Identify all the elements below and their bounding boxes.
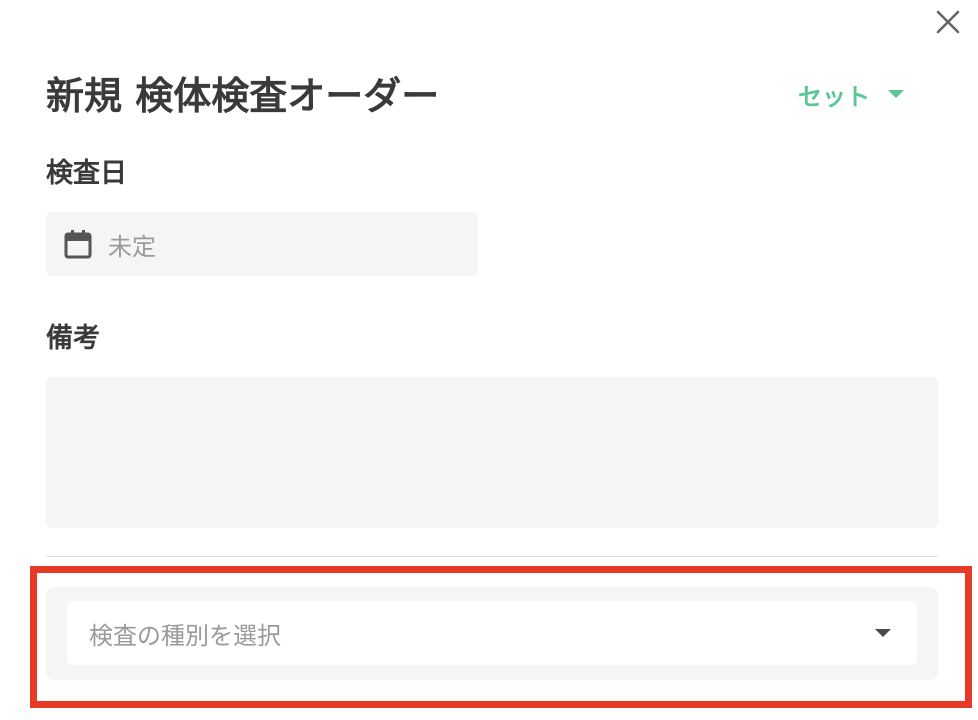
note-textarea[interactable] [46, 377, 938, 528]
dialog-title: 新規 検体検査オーダー [46, 74, 440, 118]
new-specimen-test-order-dialog: 新規 検体検査オーダー セット 検査日 未定 備考 検査の種別を選択 [0, 0, 978, 720]
caret-down-icon [888, 90, 904, 98]
close-button[interactable] [930, 4, 966, 40]
close-icon [936, 10, 960, 34]
section-divider [46, 556, 938, 557]
test-date-value: 未定 [108, 232, 156, 261]
calendar-icon [64, 230, 92, 259]
test-date-field[interactable]: 未定 [46, 212, 478, 276]
test-date-label: 検査日 [46, 158, 127, 189]
highlight-box [30, 566, 972, 708]
set-dropdown-button[interactable]: セット [798, 78, 904, 111]
set-dropdown-label: セット [798, 82, 870, 111]
note-label: 備考 [46, 323, 100, 354]
